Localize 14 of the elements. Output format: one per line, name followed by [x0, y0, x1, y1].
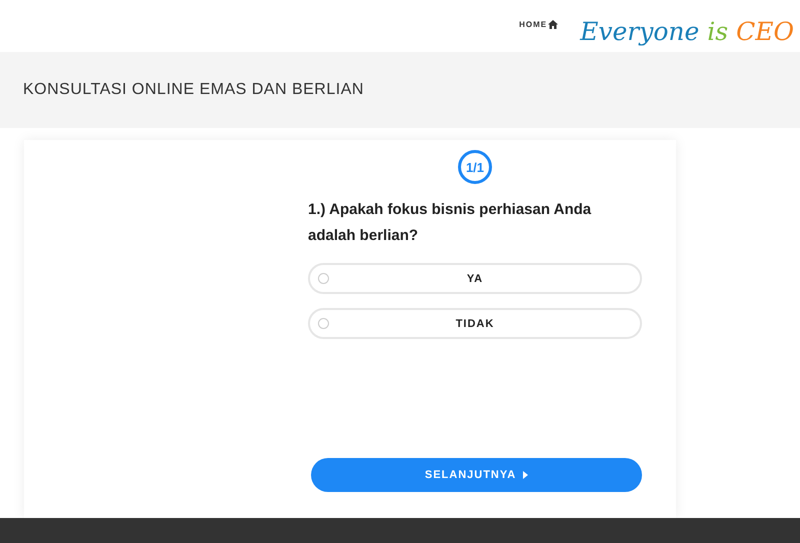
question-text: 1.) Apakah fokus bisnis perhiasan Anda adalah berlian?	[308, 200, 592, 246]
next-button[interactable]: SELANJUTNYA	[311, 458, 642, 492]
page-title: KONSULTASI ONLINE EMAS DAN BERLIAN	[23, 81, 364, 99]
logo-text: CEO	[736, 16, 794, 46]
answer-option[interactable]: YA	[308, 263, 642, 294]
answer-option[interactable]: TIDAK	[308, 308, 642, 339]
home-link[interactable]: HOME	[519, 20, 558, 28]
radio-icon	[318, 318, 329, 329]
radio-icon	[318, 273, 329, 284]
logo-text: is	[707, 16, 728, 46]
logo-text: Everyone	[580, 16, 700, 46]
caret-icon	[523, 471, 528, 479]
home-icon	[548, 20, 558, 28]
progress-badge: 1/1	[458, 150, 492, 184]
